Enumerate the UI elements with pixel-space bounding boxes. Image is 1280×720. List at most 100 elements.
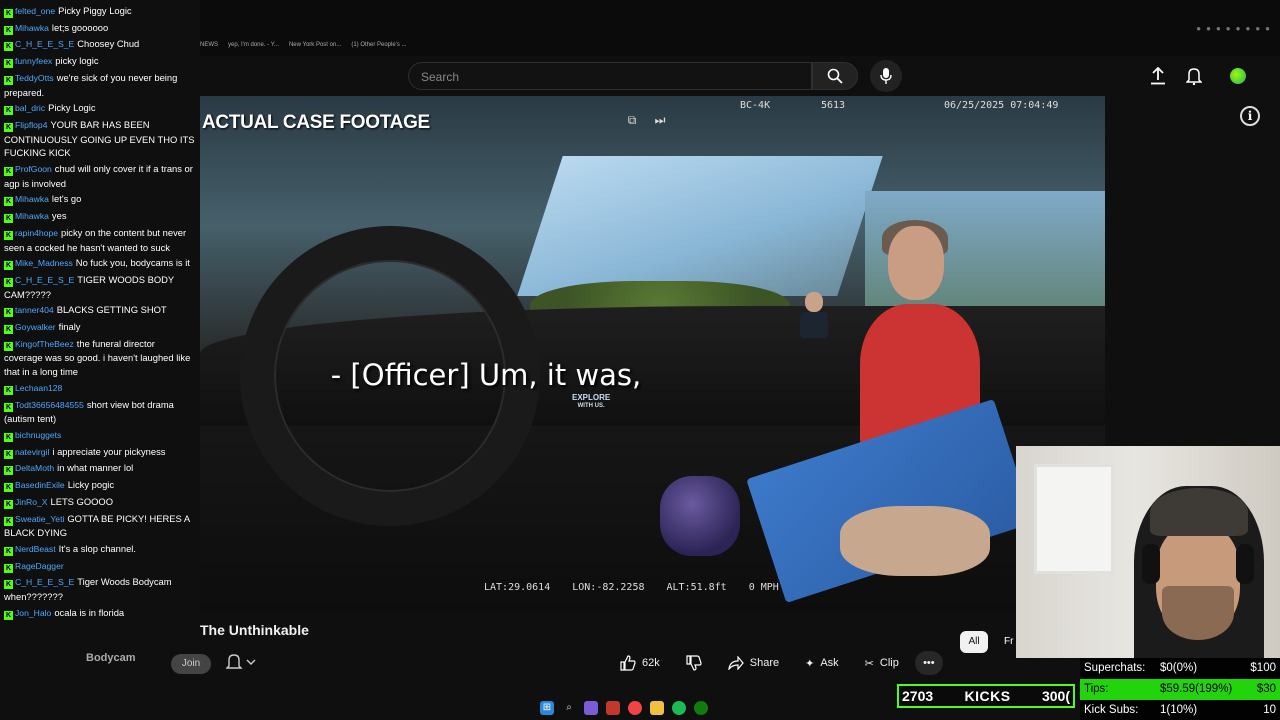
kick-badge-icon: K	[4, 610, 13, 620]
chrome-icon[interactable]	[628, 701, 642, 715]
kicks-goal-bar: 2703 KICKS 300(	[897, 684, 1075, 708]
headset	[1236, 544, 1254, 584]
kick-badge-icon: K	[4, 341, 13, 351]
cap	[1150, 488, 1248, 536]
join-button[interactable]: Join	[171, 654, 211, 674]
kick-badge-icon: K	[4, 308, 13, 318]
video-player[interactable]: ACTUAL CASE FOOTAGE BC-4K 5613 06/25/202…	[200, 96, 1105, 611]
kick-badge-icon: K	[4, 197, 13, 207]
thumbs-up-icon	[620, 655, 636, 671]
bookmarks-bar: NEWS yep, I'm done. - Y... New York Post…	[200, 38, 407, 52]
extension-icon[interactable]: ●	[1226, 24, 1231, 33]
windows-start-icon[interactable]: ⊞	[540, 701, 554, 715]
chat-message: K BasedinExile Licky pogic	[4, 478, 196, 493]
cup	[660, 476, 740, 556]
kick-badge-icon: K	[4, 402, 13, 412]
chat-username: RageDagger	[15, 560, 64, 571]
tips-value: $59.59(199%)	[1160, 683, 1233, 695]
xbox-icon[interactable]	[694, 701, 708, 715]
kick-badge-icon: K	[4, 325, 13, 335]
channel-name[interactable]: Bodycam	[86, 652, 136, 664]
recorder-icon[interactable]	[606, 701, 620, 715]
chat-username: KingofTheBeez	[15, 338, 74, 349]
camera-number: 5613	[821, 100, 846, 111]
like-button[interactable]: 62k	[610, 651, 670, 675]
bookmark-item[interactable]: NEWS	[200, 42, 218, 48]
bookmark-item[interactable]: (1) Other People's ...	[351, 42, 406, 48]
extension-icon[interactable]: ●	[1255, 24, 1260, 33]
extension-icon[interactable]: ●	[1265, 24, 1270, 33]
share-button[interactable]: Share	[718, 651, 789, 675]
clip-button[interactable]: ✂ Clip	[855, 651, 909, 675]
tips-goal: $30	[1256, 683, 1276, 695]
account-avatar[interactable]	[1226, 64, 1250, 88]
next-button[interactable]: ⏭	[652, 112, 668, 128]
chat-message: K RageDagger	[4, 559, 196, 574]
kick-badge-icon: K	[4, 106, 13, 116]
live-chat-overlay: Kfelted_one Picky Piggy Logic K Mihawka let…	[0, 0, 200, 720]
case-footage-label: ACTUAL CASE FOOTAGE	[202, 112, 430, 133]
chat-text: picky logic	[55, 55, 99, 67]
notifications-button[interactable]	[1182, 64, 1206, 88]
bookmark-item[interactable]: New York Post on...	[289, 42, 341, 48]
extension-icon[interactable]: ●	[1216, 24, 1221, 33]
donation-goals-panel: Superchats: $0(0%) $100 Tips: $59.59(199…	[1080, 658, 1280, 720]
beard	[1162, 586, 1234, 640]
video-title: The Unthinkable	[200, 622, 309, 638]
like-count: 62k	[642, 657, 660, 669]
chat-text: finaly	[58, 321, 81, 333]
info-icon[interactable]: i	[1240, 106, 1260, 126]
discord-icon[interactable]	[584, 701, 598, 715]
chat-username: DeltaMoth	[15, 463, 55, 474]
kick-badge-icon: K	[4, 546, 13, 556]
chat-username: rapin4hope	[15, 227, 59, 238]
chat-text: let's go	[51, 193, 82, 205]
extension-icon[interactable]: ●	[1245, 24, 1250, 33]
ask-button[interactable]: ✦ Ask	[795, 651, 849, 675]
chat-message: K Mihawka yes	[4, 209, 196, 224]
spotify-icon[interactable]	[672, 701, 686, 715]
folder-icon[interactable]	[650, 701, 664, 715]
bookmark-item[interactable]: yep, I'm done. - Y...	[228, 42, 279, 48]
chat-username: Jon_Halo	[15, 607, 52, 618]
bell-icon	[1186, 68, 1202, 85]
share-icon	[728, 656, 744, 670]
chat-message: Kbal_dric Picky Logic	[4, 101, 196, 116]
filter-chip-all[interactable]: All	[960, 631, 988, 653]
chat-message: Ktanner404 BLACKS GETTING SHOT	[4, 303, 196, 318]
chat-username: Lechaan128	[15, 382, 63, 393]
kick-badge-icon: K	[4, 580, 13, 590]
hand	[840, 506, 990, 576]
upload-button[interactable]	[1146, 64, 1170, 88]
extension-icon[interactable]: ●	[1236, 24, 1241, 33]
extension-icon[interactable]: ●	[1206, 24, 1211, 33]
search-button[interactable]	[812, 62, 858, 90]
subtitle-caption: - [Officer] Um, it was,	[330, 358, 642, 392]
ask-label: Ask	[820, 657, 839, 669]
kick-badge-icon: K	[4, 449, 13, 459]
kicksubs-value: 1(10%)	[1160, 704, 1198, 716]
dislike-button[interactable]	[676, 651, 712, 675]
voice-search-button[interactable]	[870, 60, 902, 92]
more-actions-button[interactable]: •••	[914, 651, 943, 675]
kick-badge-icon: K	[4, 167, 13, 177]
chat-username: Mike_Madness	[15, 258, 73, 269]
chat-message: K Lechaan128	[4, 381, 196, 396]
chat-message: Krapin4hope picky on the content but neve…	[4, 226, 196, 254]
miniplayer-button[interactable]: ⧉	[624, 112, 640, 128]
kick-badge-icon: K	[4, 385, 13, 395]
chat-username: Mihawka	[15, 211, 49, 222]
kick-badge-icon: K	[4, 25, 13, 35]
filter-chip-from[interactable]: Fr	[1004, 636, 1013, 647]
chat-username: tanner404	[15, 305, 54, 316]
chat-username: felted_one	[15, 6, 56, 16]
search-input[interactable]: Search	[408, 62, 812, 90]
altitude: ALT:51.8ft	[666, 582, 727, 593]
chat-message: K Goywalker finaly	[4, 320, 196, 335]
windshield-scene	[517, 156, 883, 296]
chat-username: TeddyOtts	[15, 72, 54, 83]
extension-icon[interactable]: ●	[1196, 24, 1201, 33]
search-icon[interactable]: ⌕	[562, 701, 576, 715]
chat-username: BasedinExile	[15, 480, 65, 491]
subscribe-bell-button[interactable]	[225, 654, 256, 673]
